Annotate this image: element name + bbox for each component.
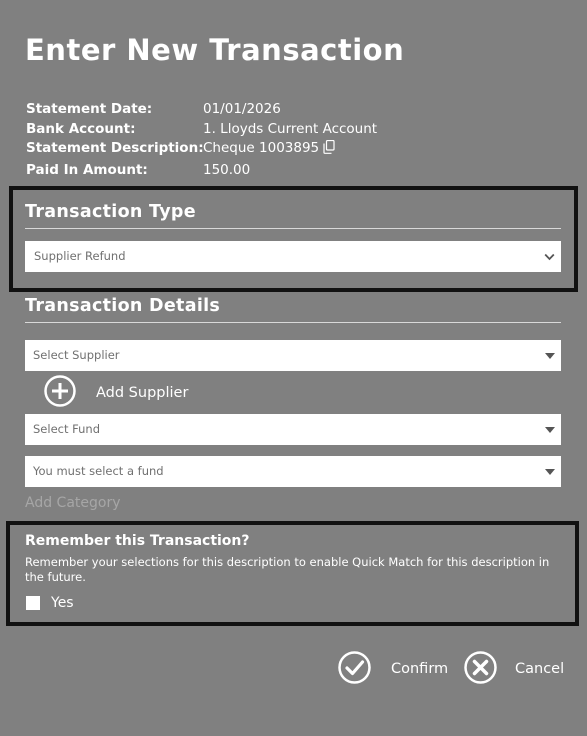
- statement-date-value: 01/01/2026: [203, 101, 281, 117]
- caret-down-icon: [545, 340, 555, 371]
- add-supplier-button[interactable]: Add Supplier: [44, 375, 189, 411]
- remember-yes-label: Yes: [51, 595, 74, 611]
- remember-yes-option[interactable]: Yes: [26, 595, 74, 611]
- plus-circle-icon: [44, 375, 76, 411]
- fund-select-placeholder: Select Fund: [33, 422, 100, 436]
- page-title: Enter New Transaction: [25, 33, 405, 67]
- caret-down-icon: [545, 414, 555, 445]
- supplier-select[interactable]: Select Supplier: [25, 340, 561, 371]
- confirm-button[interactable]: Confirm: [338, 650, 449, 688]
- chevron-down-icon: [544, 241, 555, 272]
- x-circle-icon: [464, 650, 497, 688]
- check-circle-icon: [338, 650, 371, 688]
- paid-in-amount-value: 150.00: [203, 161, 251, 178]
- confirm-label: Confirm: [391, 661, 449, 677]
- transaction-type-divider: [25, 228, 561, 229]
- copy-icon[interactable]: [323, 139, 335, 160]
- remember-transaction-title: Remember this Transaction?: [25, 533, 250, 549]
- bank-account-label: Bank Account:: [26, 120, 136, 137]
- transaction-details-heading: Transaction Details: [25, 296, 221, 316]
- transaction-type-selected: Supplier Refund: [34, 249, 126, 263]
- transaction-type-heading: Transaction Type: [25, 202, 196, 222]
- category-select-placeholder: You must select a fund: [33, 464, 164, 478]
- cancel-label: Cancel: [515, 661, 565, 677]
- statement-description-label: Statement Description:: [26, 140, 204, 156]
- add-supplier-label: Add Supplier: [96, 385, 189, 401]
- add-category-link[interactable]: Add Category: [25, 494, 121, 512]
- supplier-select-placeholder: Select Supplier: [33, 348, 120, 362]
- transaction-details-divider: [25, 322, 561, 323]
- statement-description-value-wrap: Cheque 1003895: [203, 139, 335, 160]
- paid-in-amount-label: Paid In Amount:: [26, 161, 148, 178]
- fund-select[interactable]: Select Fund: [25, 414, 561, 445]
- cancel-button[interactable]: Cancel: [464, 650, 565, 688]
- statement-description-value: Cheque 1003895: [203, 140, 320, 156]
- transaction-type-select[interactable]: Supplier Refund: [25, 241, 561, 272]
- caret-down-icon: [545, 456, 555, 487]
- category-select[interactable]: You must select a fund: [25, 456, 561, 487]
- remember-yes-checkbox[interactable]: [26, 596, 40, 610]
- remember-transaction-description: Remember your selections for this descri…: [25, 555, 550, 584]
- bank-account-value: 1. Lloyds Current Account: [203, 120, 378, 137]
- statement-date-label: Statement Date:: [26, 101, 153, 117]
